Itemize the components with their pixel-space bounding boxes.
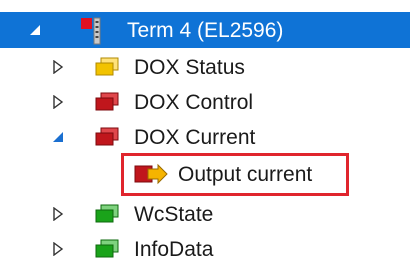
tree-item-output-current[interactable]: Output current (0, 156, 410, 192)
output-variable-folder-icon (95, 92, 119, 111)
tree-item-label: DOX Current (134, 126, 256, 149)
output-variable-arrow-icon (134, 163, 168, 185)
tree-item-label: InfoData (134, 238, 214, 261)
status-variable-folder-icon (95, 204, 119, 223)
tree-item-label: Output current (178, 163, 313, 186)
input-variable-folder-icon (95, 57, 119, 76)
tree-item-label: DOX Status (134, 56, 245, 79)
tree-item-dox-control[interactable]: DOX Control (0, 84, 410, 120)
tree-item-label: Term 4 (EL2596) (127, 19, 284, 42)
output-variable-folder-icon (95, 127, 119, 146)
status-variable-folder-icon (95, 239, 119, 258)
collapsed-arrow-icon[interactable] (51, 207, 65, 221)
collapsed-arrow-icon[interactable] (51, 60, 65, 74)
terminal-icon (81, 17, 101, 45)
expanded-arrow-icon[interactable] (51, 130, 65, 144)
variable-tree: Term 4 (EL2596) DOX Status DOX Control D… (0, 0, 410, 262)
tree-item-dox-current[interactable]: DOX Current (0, 119, 410, 155)
expanded-arrow-icon[interactable] (28, 23, 42, 37)
tree-item-wcstate[interactable]: WcState (0, 196, 410, 232)
tree-item-label: WcState (134, 203, 214, 226)
tree-item-term-4[interactable]: Term 4 (EL2596) (0, 12, 410, 48)
tree-item-label: DOX Control (134, 91, 254, 114)
tree-item-dox-status[interactable]: DOX Status (0, 49, 410, 85)
collapsed-arrow-icon[interactable] (51, 95, 65, 109)
collapsed-arrow-icon[interactable] (51, 242, 65, 256)
